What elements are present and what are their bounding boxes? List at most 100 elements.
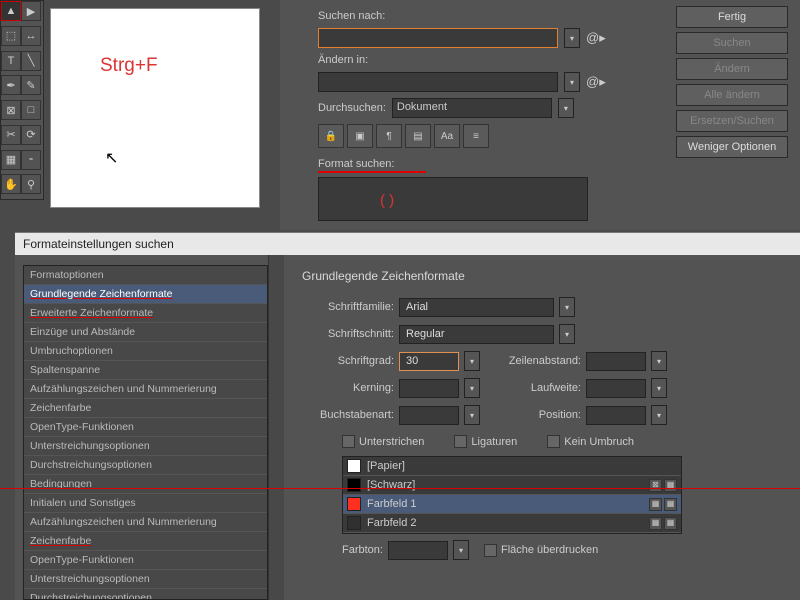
page-tool-icon[interactable]: ⬚ [1, 26, 21, 46]
schriftgrad-input[interactable]: 30 [399, 352, 459, 371]
suchen-nach-input[interactable] [318, 28, 558, 48]
aendern-in-input[interactable] [318, 72, 558, 92]
case-icon[interactable]: Aa [434, 124, 460, 148]
laufweite-dropdown[interactable] [651, 378, 667, 398]
cat-item[interactable]: Unterstreichungsoptionen [24, 437, 267, 456]
swatch-list[interactable]: [Papier] [Schwarz]⊠▦ Farbfeld 1▦▦ Farbfe… [342, 456, 682, 534]
farbton-label: Farbton: [342, 544, 383, 556]
footnote-icon[interactable]: ¶ [376, 124, 402, 148]
format-suchen-box[interactable] [318, 177, 588, 221]
aendern-button[interactable]: Ändern [676, 58, 788, 80]
gap-tool-icon[interactable]: ↔ [21, 26, 41, 46]
transform-tool-icon[interactable]: ⟳ [21, 125, 41, 145]
laufweite-label: Laufweite: [485, 382, 581, 394]
buchstabenart-dropdown[interactable] [464, 405, 480, 425]
suchen-nach-dropdown[interactable] [564, 28, 580, 48]
zeilenabstand-dropdown[interactable] [651, 351, 667, 371]
cat-item[interactable]: Zeichenfarbe [24, 399, 267, 418]
document-canvas[interactable] [50, 8, 260, 208]
gradient-tool-icon[interactable]: ▦ [1, 150, 21, 170]
kerning-dropdown[interactable] [464, 378, 480, 398]
laufweite-input[interactable] [586, 379, 646, 398]
special-char-button-2[interactable]: @▸ [586, 74, 606, 90]
special-char-button[interactable]: @▸ [586, 30, 606, 46]
kein-umbruch-checkbox[interactable]: Kein Umbruch [547, 435, 634, 448]
line-tool-icon[interactable]: ╲ [21, 51, 41, 71]
cat-item[interactable]: Einzüge und Abstände [24, 323, 267, 342]
eyedropper-tool-icon[interactable]: ⁃ [21, 150, 41, 170]
cat-item[interactable]: Grundlegende Zeichenformate [24, 285, 267, 304]
schriftschnitt-dropdown[interactable] [559, 324, 575, 344]
cat-item[interactable]: Aufzählungszeichen und Nummerierung [24, 380, 267, 399]
hand-tool-icon[interactable]: ✋ [1, 174, 21, 194]
cat-item[interactable]: Bedingungen [24, 475, 267, 494]
weniger-optionen-button[interactable]: Weniger Optionen [676, 136, 788, 158]
ligaturen-checkbox[interactable]: Ligaturen [454, 435, 517, 448]
position-select[interactable] [586, 406, 646, 425]
kerning-select[interactable] [399, 379, 459, 398]
cat-item[interactable]: Formatoptionen [24, 266, 267, 285]
format-suchen-label: Format suchen: [318, 158, 782, 170]
cat-item[interactable]: OpenType-Funktionen [24, 418, 267, 437]
scissors-tool-icon[interactable]: ✂ [1, 125, 21, 145]
schriftfamilie-select[interactable]: Arial [399, 298, 554, 317]
alle-aendern-button[interactable]: Alle ändern [676, 84, 788, 106]
farbton-input[interactable] [388, 541, 448, 560]
rectangle-frame-tool-icon[interactable]: ⊠ [1, 100, 21, 120]
type-tool-icon[interactable]: T [1, 51, 21, 71]
schriftschnitt-select[interactable]: Regular [399, 325, 554, 344]
cat-item[interactable]: Aufzählungszeichen und Nummerierung [24, 513, 267, 532]
kerning-label: Kerning: [302, 382, 394, 394]
format-settings-dialog: Formateinstellungen suchen Formatoptione… [15, 232, 800, 600]
unterstrichen-checkbox[interactable]: Unterstrichen [342, 435, 424, 448]
cat-item[interactable]: Durchstreichungsoptionen [24, 456, 267, 475]
durchsuchen-select[interactable]: Dokument [392, 98, 552, 118]
swatch-row[interactable]: [Papier] [343, 457, 681, 476]
zoom-tool-icon[interactable]: ⚲ [21, 174, 41, 194]
rectangle-tool-icon[interactable]: □ [21, 100, 41, 120]
selection-tool-icon[interactable]: ▲ [1, 1, 21, 21]
dialog-title: Formateinstellungen suchen [15, 233, 800, 255]
swatch-row[interactable]: [Schwarz]⊠▦ [343, 476, 681, 495]
suchen-nach-label: Suchen nach: [318, 10, 398, 22]
find-replace-panel: Suchen nach: @▸ Ändern in: @▸ Durchsuche… [280, 0, 800, 230]
pen-tool-icon[interactable]: ✒ [1, 75, 21, 95]
cat-item[interactable]: Umbruchoptionen [24, 342, 267, 361]
cat-item[interactable]: OpenType-Funktionen [24, 551, 267, 570]
fertig-button[interactable]: Fertig [676, 6, 788, 28]
aendern-in-label: Ändern in: [318, 54, 398, 66]
flaeche-checkbox[interactable]: Fläche überdrucken [484, 544, 598, 557]
cat-item[interactable]: Zeichenfarbe [24, 532, 267, 551]
cat-item[interactable]: Initialen und Sonstiges [24, 494, 267, 513]
cat-item[interactable]: Erweiterte Zeichenformate [24, 304, 267, 323]
durchsuchen-dropdown[interactable] [558, 98, 574, 118]
aendern-in-dropdown[interactable] [564, 72, 580, 92]
buchstabenart-label: Buchstabenart: [302, 409, 394, 421]
suchen-button[interactable]: Suchen [676, 32, 788, 54]
schriftgrad-label: Schriftgrad: [302, 355, 394, 367]
form-panel: Grundlegende Zeichenformate Schriftfamil… [284, 255, 800, 600]
buchstabenart-select[interactable] [399, 406, 459, 425]
lock-icon[interactable]: 🔒 [318, 124, 344, 148]
schriftfamilie-dropdown[interactable] [559, 297, 575, 317]
cat-item[interactable]: Unterstreichungsoptionen [24, 570, 267, 589]
whole-word-icon[interactable]: ≡ [463, 124, 489, 148]
category-scrollbar[interactable] [268, 255, 284, 600]
durchsuchen-label: Durchsuchen: [318, 102, 386, 114]
cat-item[interactable]: Durchstreichungsoptionen [24, 589, 267, 600]
farbton-dropdown[interactable] [453, 540, 469, 560]
schriftgrad-dropdown[interactable] [464, 351, 480, 371]
cat-item[interactable]: Spaltenspanne [24, 361, 267, 380]
category-list[interactable]: Formatoptionen Grundlegende Zeichenforma… [23, 265, 268, 600]
frame-icon[interactable]: ▣ [347, 124, 373, 148]
ersetzen-suchen-button[interactable]: Ersetzen/Suchen [676, 110, 788, 132]
pencil-tool-icon[interactable]: ✎ [21, 75, 41, 95]
layers-icon[interactable]: ▤ [405, 124, 431, 148]
direct-select-tool-icon[interactable]: ▶ [21, 1, 41, 21]
panel-title: Grundlegende Zeichenformate [302, 269, 786, 283]
position-dropdown[interactable] [651, 405, 667, 425]
swatch-row[interactable]: Farbfeld 2▦▦ [343, 514, 681, 533]
schriftfamilie-label: Schriftfamilie: [302, 301, 394, 313]
zeilenabstand-input[interactable] [586, 352, 646, 371]
swatch-row[interactable]: Farbfeld 1▦▦ [343, 495, 681, 514]
